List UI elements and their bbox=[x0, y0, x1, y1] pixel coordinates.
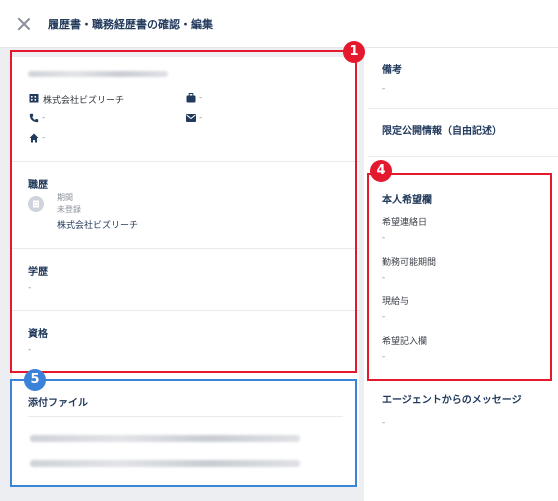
notes-value: - bbox=[382, 84, 386, 94]
badge-4: 4 bbox=[370, 160, 392, 182]
agent-message-title: エージェントからのメッセージ bbox=[382, 395, 522, 406]
limited-info-title: 限定公開情報（自由記述） bbox=[382, 126, 502, 137]
highlight-box-5 bbox=[10, 379, 357, 487]
highlight-box-4 bbox=[367, 173, 552, 381]
badge-5: 5 bbox=[24, 369, 46, 391]
badge-1: 1 bbox=[343, 41, 365, 63]
limited-divider bbox=[368, 156, 558, 157]
modal-frame: 履歴書・職務経歴書の確認・編集 株式会社ビズリーチ - - - - 職歴 期間 … bbox=[0, 0, 558, 501]
agent-message-value: - bbox=[382, 418, 386, 428]
close-icon[interactable] bbox=[16, 16, 32, 32]
notes-divider bbox=[368, 108, 558, 109]
notes-title: 備考 bbox=[382, 65, 402, 76]
modal-header: 履歴書・職務経歴書の確認・編集 bbox=[0, 0, 558, 48]
page-title: 履歴書・職務経歴書の確認・編集 bbox=[48, 17, 213, 31]
highlight-box-1 bbox=[10, 50, 357, 373]
